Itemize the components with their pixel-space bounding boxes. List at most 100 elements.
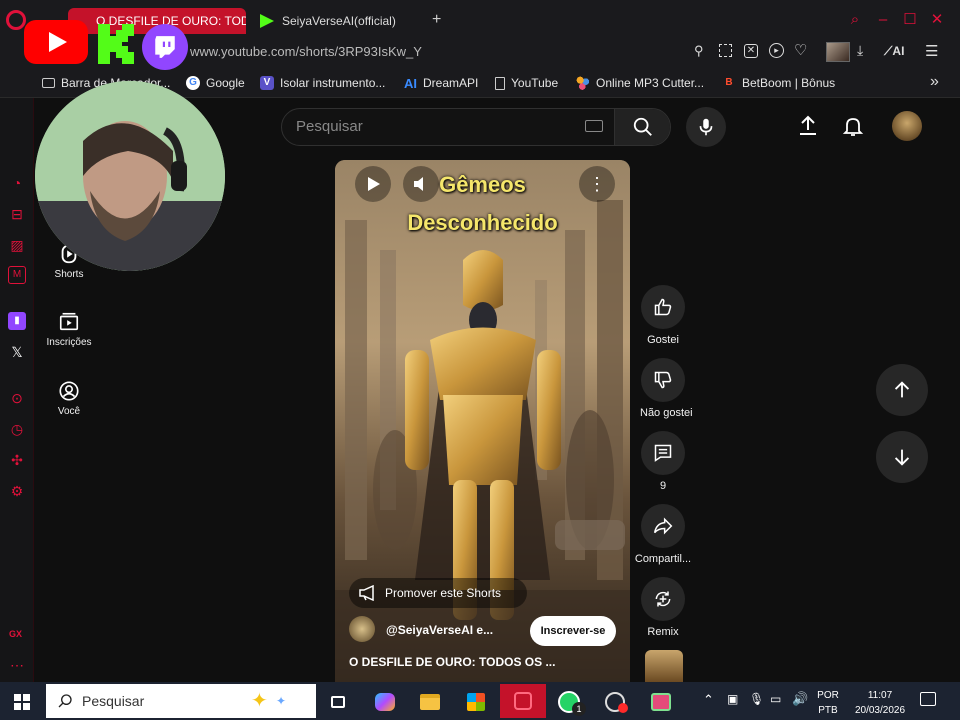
mic-tray-icon[interactable]: 🎙: [749, 692, 764, 706]
gx-label[interactable]: GX: [9, 629, 22, 639]
user-avatar[interactable]: [892, 111, 922, 141]
like-action[interactable]: Gostei: [640, 285, 686, 346]
remix-button[interactable]: [641, 577, 685, 621]
obs-recording-icon[interactable]: [600, 687, 630, 717]
player-icon[interactable]: ⊙: [8, 389, 26, 407]
store-icon[interactable]: [461, 687, 491, 717]
pin-icon[interactable]: ⚲: [694, 43, 704, 59]
video-title[interactable]: O DESFILE DE OURO: TODOS OS ...: [349, 655, 555, 669]
keyboard-icon[interactable]: [585, 120, 603, 132]
taskbar-search-box[interactable]: Pesquisar ✦ ✦: [46, 684, 316, 718]
channel-avatar[interactable]: [349, 616, 375, 642]
speed-dial-icon[interactable]: ◔: [8, 174, 26, 192]
youtube-logo-overlay: [24, 20, 88, 64]
extensions-icon[interactable]: ✣: [8, 451, 26, 469]
subscribe-label: Inscrever-se: [540, 625, 606, 637]
bookmark-dreamapi[interactable]: AI DreamAPI: [404, 74, 478, 92]
device-icon[interactable]: ▣: [727, 692, 738, 706]
file-explorer-icon[interactable]: [415, 687, 445, 717]
twitch-sidebar-icon[interactable]: ▮: [8, 312, 26, 330]
show-hidden-icons[interactable]: ⌃: [703, 692, 714, 708]
bookmark-betboom[interactable]: B BetBoom | Bônus: [722, 74, 835, 92]
heart-icon[interactable]: ♡: [794, 41, 807, 59]
bookmarks-overflow-icon[interactable]: »: [930, 73, 939, 91]
opera-logo-icon[interactable]: [6, 10, 26, 30]
ai-button[interactable]: ⟋AI: [884, 44, 904, 59]
gx-corner-icon[interactable]: ▨: [8, 236, 26, 254]
mute-button[interactable]: [403, 166, 439, 202]
account-icon: [59, 381, 79, 401]
share-action[interactable]: Compartil...: [635, 504, 691, 565]
create-upload-icon[interactable]: [796, 114, 820, 138]
promote-shorts-button[interactable]: Promover este Shorts: [349, 578, 527, 608]
windows-start-button[interactable]: [7, 687, 37, 717]
dislike-action[interactable]: Não gostei: [640, 358, 693, 419]
send-icon[interactable]: ▸: [769, 43, 784, 58]
volume-icon: [414, 177, 423, 191]
next-short-button[interactable]: [876, 431, 928, 483]
notifications-bell-icon[interactable]: [841, 114, 865, 138]
betboom-icon: B: [722, 76, 736, 90]
settings-icon[interactable]: ⚙: [8, 482, 26, 500]
copilot-icon[interactable]: [370, 687, 400, 717]
nav-label: Inscrições: [46, 337, 92, 348]
messenger-icon[interactable]: M: [8, 266, 26, 284]
history-icon[interactable]: ◷: [8, 420, 26, 438]
play-button[interactable]: [355, 166, 391, 202]
bookmark-label: Online MP3 Cutter...: [596, 76, 705, 90]
network-icon[interactable]: ▭: [770, 692, 781, 706]
notification-center-icon[interactable]: [920, 692, 936, 706]
folder-glyph: [420, 694, 440, 710]
task-view-icon[interactable]: [323, 687, 353, 717]
clock[interactable]: 11:07 20/03/2026: [848, 688, 912, 718]
comments-action[interactable]: 9: [640, 431, 686, 492]
twitch-glitch-icon: [155, 36, 175, 58]
page-icon: [495, 76, 505, 90]
subscribe-button[interactable]: Inscrever-se: [530, 616, 616, 646]
comments-button[interactable]: [641, 431, 685, 475]
download-icon[interactable]: ⤓: [857, 42, 863, 59]
x-twitter-icon[interactable]: 𝕏: [8, 343, 26, 361]
dislike-button[interactable]: [641, 358, 685, 402]
channel-name[interactable]: @SeiyaVerseAI e...: [386, 623, 493, 637]
previous-short-button[interactable]: [876, 364, 928, 416]
voice-search-button[interactable]: [686, 107, 726, 147]
search-input[interactable]: Pesquisar: [296, 118, 363, 135]
nav-subscriptions[interactable]: Inscrições: [34, 311, 104, 348]
remix-action[interactable]: Remix: [640, 577, 686, 638]
promote-label: Promover este Shorts: [385, 586, 502, 600]
shopping-icon[interactable]: ⊟: [8, 205, 26, 223]
share-button[interactable]: [641, 504, 685, 548]
bookmark-youtube[interactable]: YouTube: [495, 74, 558, 92]
like-button[interactable]: [641, 285, 685, 329]
tab-seiyaverse[interactable]: SeiyaVerseAI(official): [252, 8, 422, 34]
adblock-icon[interactable]: ✕: [744, 44, 758, 58]
search-button[interactable]: [614, 109, 670, 145]
whatsapp-icon[interactable]: 1: [554, 687, 586, 717]
volume-tray-icon[interactable]: 🔊: [792, 691, 808, 707]
tray-app-icon[interactable]: [646, 687, 676, 717]
webcam-overlay: [35, 81, 225, 271]
minimize-icon[interactable]: –: [873, 10, 893, 30]
bookmark-isolar[interactable]: V Isolar instrumento...: [260, 74, 385, 92]
new-tab-button[interactable]: +: [432, 11, 441, 29]
sound-thumbnail[interactable]: [645, 650, 683, 682]
browser-title-bar: O DESFILE DE OURO: TOD SeiyaVerseAI(offi…: [0, 0, 960, 40]
folder-icon: [42, 78, 55, 88]
search-tabs-icon[interactable]: ⌕: [845, 10, 865, 30]
tab-inactive-title: SeiyaVerseAI(official): [282, 14, 396, 28]
more-icon[interactable]: ⋯: [8, 656, 26, 674]
language-indicator[interactable]: POR PTB: [814, 688, 842, 718]
profile-thumbnail[interactable]: [826, 42, 850, 62]
video-more-button[interactable]: ⋮: [579, 166, 615, 202]
bookmark-google[interactable]: G Google: [186, 74, 245, 92]
nav-you[interactable]: Você: [34, 380, 104, 417]
maximize-icon[interactable]: ☐: [900, 10, 920, 30]
shorts-video-player[interactable]: Gêmeos Desconhecido ⋮ Promover este Shor…: [335, 160, 630, 682]
opera-gx-taskbar-button[interactable]: [500, 684, 546, 718]
snapshot-icon[interactable]: [719, 44, 732, 57]
close-window-icon[interactable]: ✕: [927, 10, 947, 30]
menu-icon[interactable]: ☰: [925, 42, 938, 60]
url-text[interactable]: www.youtube.com/shorts/3RP93IsKw_Y: [190, 44, 422, 59]
bookmark-mp3cutter[interactable]: Online MP3 Cutter...: [576, 74, 704, 92]
